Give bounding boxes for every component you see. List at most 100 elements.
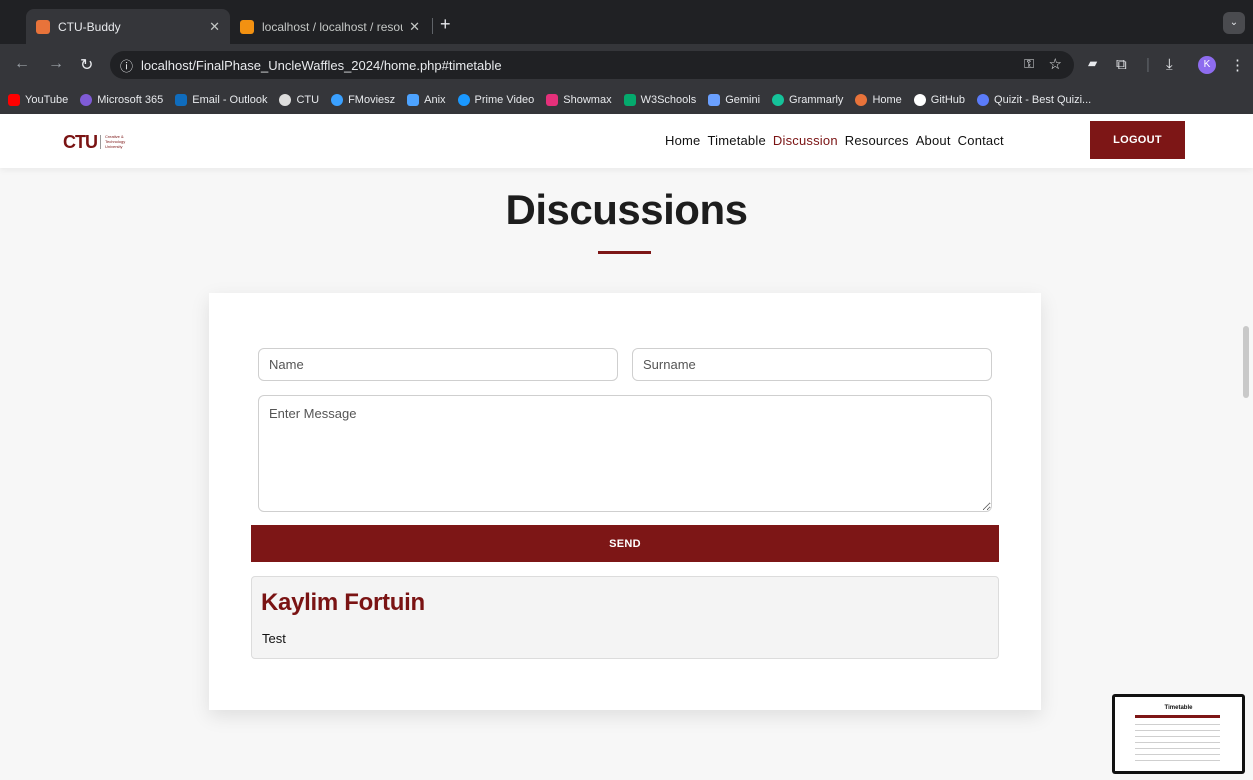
bookmark-label: Microsoft 365: [97, 94, 164, 106]
bookmark-label: Email - Outlook: [192, 94, 268, 106]
address-bar[interactable]: ⓘ localhost/FinalPhase_UncleWaffles_2024…: [110, 51, 1074, 79]
bookmark-showmax[interactable]: Showmax: [546, 94, 612, 106]
thumbnail-preview: Timetable: [1115, 697, 1242, 771]
bookmark-label: Home: [872, 94, 902, 106]
discussion-post: Kaylim Fortuin Test: [251, 576, 999, 659]
site-header: CTU Creative & Technology University Hom…: [0, 114, 1253, 168]
page-title: Discussions: [505, 186, 748, 233]
fmoviesz-icon: [331, 94, 344, 106]
tab-title: localhost / localhost / resourc: [262, 19, 404, 34]
bookmark-label: W3Schools: [640, 94, 697, 106]
bookmark-youtube[interactable]: YouTube: [8, 94, 68, 106]
bookmark-label: Showmax: [563, 94, 612, 106]
nav-home[interactable]: Home: [665, 133, 700, 148]
thumbnail-table-row: [1135, 754, 1220, 755]
quizit-icon: [977, 94, 990, 106]
thumbnail-table-row: [1135, 748, 1220, 749]
bookmark-grammarly[interactable]: Grammarly: [772, 94, 843, 106]
nav-contact[interactable]: Contact: [958, 133, 1004, 148]
forward-arrow-icon[interactable]: →: [48, 55, 64, 73]
new-tab-icon[interactable]: +: [440, 14, 451, 35]
bookmark-star-icon[interactable]: ☆: [1049, 55, 1062, 73]
surname-input[interactable]: [632, 348, 992, 381]
main-nav: Home Timetable Discussion Resources Abou…: [665, 133, 1011, 148]
bookmark-label: Gemini: [725, 94, 761, 106]
bookmark-label: CTU: [296, 94, 320, 106]
browser-tab-strip: CTU-Buddy ✕ localhost / localhost / reso…: [0, 0, 1253, 44]
post-author: Kaylim Fortuin: [261, 589, 425, 616]
logout-button[interactable]: LOGOUT: [1090, 121, 1185, 159]
thumbnail-table-header: [1135, 715, 1220, 718]
github-icon: [913, 94, 926, 106]
grammarly-icon: [772, 94, 785, 106]
phpmyadmin-favicon-icon: [240, 19, 254, 34]
thumbnail-table-row: [1135, 760, 1220, 761]
name-input[interactable]: [258, 348, 618, 381]
close-tab-icon[interactable]: ✕: [209, 19, 220, 35]
logo-divider: [100, 135, 101, 149]
thumbnail-table-row: [1135, 730, 1220, 731]
post-message: Test: [262, 631, 286, 646]
url-text: localhost/FinalPhase_UncleWaffles_2024/h…: [141, 57, 502, 73]
youtube-icon: [8, 94, 20, 106]
thumbnail-table-row: [1135, 724, 1220, 725]
thumbnail-table-row: [1135, 742, 1220, 743]
password-key-icon[interactable]: ⚿: [1024, 56, 1034, 72]
home-icon: [855, 94, 868, 106]
bookmark-label: Grammarly: [789, 94, 844, 106]
back-arrow-icon[interactable]: ←: [14, 55, 30, 73]
profile-avatar[interactable]: K: [1198, 56, 1216, 74]
ctu-favicon-icon: [36, 19, 50, 34]
bookmark-github[interactable]: GitHub: [913, 94, 966, 106]
gemini-sparkle-icon: [708, 94, 721, 106]
bookmarks-bar: YouTube Microsoft 365 Email - Outlook CT…: [0, 86, 1253, 114]
browser-menu-icon[interactable]: ⋮: [1230, 56, 1245, 74]
thumbnail-table-row: [1135, 736, 1220, 737]
bookmark-label: FMoviesz: [348, 94, 396, 106]
prime-video-icon: [457, 94, 470, 106]
bookmark-gemini[interactable]: Gemini: [708, 94, 760, 106]
bookmark-microsoft-365[interactable]: Microsoft 365: [80, 94, 163, 106]
showmax-icon: [546, 94, 559, 106]
page-scrollbar[interactable]: [1243, 326, 1249, 398]
nav-discussion[interactable]: Discussion: [773, 133, 838, 148]
extension-icon[interactable]: ▰: [1088, 56, 1097, 70]
nav-resources[interactable]: Resources: [845, 133, 909, 148]
tab-title: CTU-Buddy: [58, 19, 121, 34]
title-underline: [598, 251, 651, 254]
bookmark-label: Anix: [424, 94, 446, 106]
bookmark-label: GitHub: [930, 94, 966, 106]
logo-text: Creative & Technology University: [105, 134, 125, 149]
bookmark-home[interactable]: Home: [855, 94, 902, 106]
message-textarea[interactable]: [258, 395, 992, 512]
downloads-icon[interactable]: ⤓: [1166, 56, 1173, 73]
bookmark-label: YouTube: [25, 94, 69, 106]
close-tab-icon[interactable]: ✕: [409, 19, 420, 35]
bookmark-fmoviesz[interactable]: FMoviesz: [331, 94, 395, 106]
bookmark-label: Quizit - Best Quizi...: [994, 94, 1092, 106]
globe-icon: [279, 94, 292, 106]
reload-icon[interactable]: ↻: [80, 55, 93, 75]
outlook-icon: [175, 94, 188, 106]
tab-search-chevron-icon[interactable]: ⌄: [1223, 12, 1245, 34]
tab-ctu-buddy[interactable]: CTU-Buddy ✕: [26, 9, 230, 44]
bookmark-w3schools[interactable]: W3Schools: [623, 94, 697, 106]
logo-mark: CTU: [63, 132, 98, 152]
browser-toolbar: ← → ↻ ⓘ localhost/FinalPhase_UncleWaffle…: [0, 44, 1253, 86]
tab-phpmyadmin[interactable]: localhost / localhost / resourc ✕: [230, 9, 430, 44]
logo-line: University: [105, 144, 123, 149]
bookmark-ctu[interactable]: CTU: [279, 94, 319, 106]
ctu-logo[interactable]: CTU Creative & Technology University: [63, 132, 125, 152]
bookmark-outlook[interactable]: Email - Outlook: [175, 94, 267, 106]
nav-timetable[interactable]: Timetable: [707, 133, 765, 148]
nav-about[interactable]: About: [916, 133, 951, 148]
thumbnail-title: Timetable: [1164, 705, 1193, 711]
bookmark-anix[interactable]: Anix: [407, 94, 446, 106]
bookmark-quizit[interactable]: Quizit - Best Quizi...: [977, 94, 1091, 106]
send-button[interactable]: SEND: [251, 525, 999, 562]
extensions-puzzle-icon[interactable]: ⧉: [1116, 56, 1127, 73]
anix-play-icon: [407, 94, 420, 106]
bookmark-prime-video[interactable]: Prime Video: [457, 94, 534, 106]
site-info-icon[interactable]: ⓘ: [120, 56, 133, 75]
screenshot-thumbnail[interactable]: Timetable: [1112, 694, 1245, 774]
